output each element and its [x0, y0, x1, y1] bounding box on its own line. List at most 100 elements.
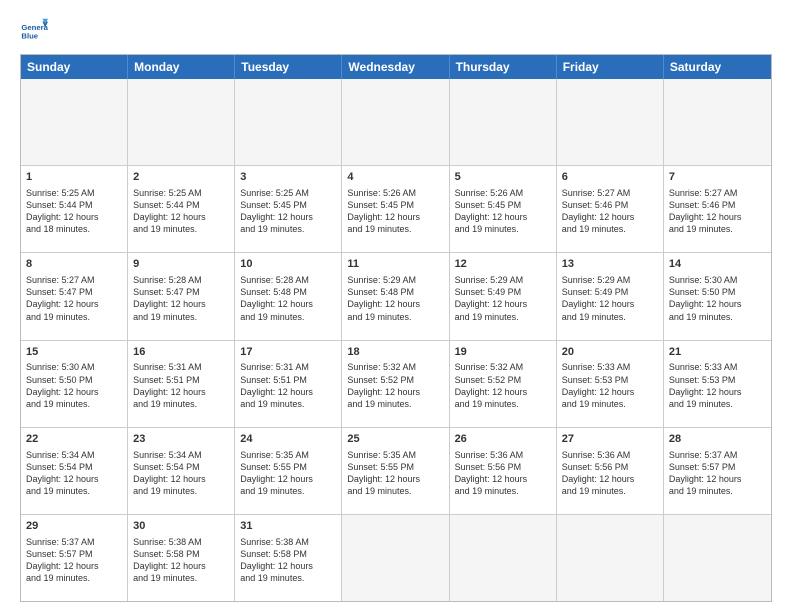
day-cell: 28Sunrise: 5:37 AMSunset: 5:57 PMDayligh… [664, 428, 771, 514]
day-cell: 12Sunrise: 5:29 AMSunset: 5:49 PMDayligh… [450, 253, 557, 339]
empty-day-cell [450, 79, 557, 165]
day-info-line: Daylight: 12 hours [26, 473, 122, 485]
day-info-line: Sunset: 5:49 PM [562, 286, 658, 298]
day-info-line: Daylight: 12 hours [240, 560, 336, 572]
empty-day-cell [342, 79, 449, 165]
day-info-line: Sunset: 5:54 PM [133, 461, 229, 473]
day-info-line: Sunset: 5:52 PM [455, 374, 551, 386]
day-info-line: Sunset: 5:58 PM [133, 548, 229, 560]
day-number: 4 [347, 170, 443, 185]
day-info-line: and 19 minutes. [669, 311, 766, 323]
empty-day-cell [557, 79, 664, 165]
day-info-line: Sunrise: 5:28 AM [240, 274, 336, 286]
day-info-line: Sunset: 5:52 PM [347, 374, 443, 386]
day-cell: 14Sunrise: 5:30 AMSunset: 5:50 PMDayligh… [664, 253, 771, 339]
day-info-line: Sunset: 5:56 PM [562, 461, 658, 473]
day-info-line: Daylight: 12 hours [133, 386, 229, 398]
day-number: 26 [455, 432, 551, 447]
day-info-line: Daylight: 12 hours [240, 211, 336, 223]
day-number: 9 [133, 257, 229, 272]
day-number: 18 [347, 345, 443, 360]
day-info-line: Daylight: 12 hours [562, 298, 658, 310]
empty-day-cell [664, 515, 771, 601]
day-info-line: and 19 minutes. [240, 223, 336, 235]
day-info-line: and 19 minutes. [26, 311, 122, 323]
day-cell: 17Sunrise: 5:31 AMSunset: 5:51 PMDayligh… [235, 341, 342, 427]
day-info-line: and 19 minutes. [133, 485, 229, 497]
day-info-line: Daylight: 12 hours [240, 298, 336, 310]
day-info-line: and 19 minutes. [347, 485, 443, 497]
day-number: 5 [455, 170, 551, 185]
day-info-line: Sunrise: 5:32 AM [455, 361, 551, 373]
day-number: 11 [347, 257, 443, 272]
day-info-line: Sunrise: 5:33 AM [669, 361, 766, 373]
day-info-line: Daylight: 12 hours [455, 473, 551, 485]
day-info-line: and 19 minutes. [133, 223, 229, 235]
day-info-line: Sunset: 5:44 PM [26, 199, 122, 211]
day-info-line: Daylight: 12 hours [669, 298, 766, 310]
day-info-line: Sunrise: 5:35 AM [347, 449, 443, 461]
day-info-line: Daylight: 12 hours [26, 298, 122, 310]
day-cell: 5Sunrise: 5:26 AMSunset: 5:45 PMDaylight… [450, 166, 557, 252]
day-cell: 13 Sunrise: 5:29 AMSunset: 5:49 PMDayligh… [557, 253, 664, 339]
day-cell: 18Sunrise: 5:32 AMSunset: 5:52 PMDayligh… [342, 341, 449, 427]
day-info-line: and 19 minutes. [26, 398, 122, 410]
day-number: 13 [562, 257, 658, 272]
day-info-line: Sunset: 5:55 PM [240, 461, 336, 473]
day-number: 30 [133, 519, 229, 534]
day-info-line: Daylight: 12 hours [133, 211, 229, 223]
day-cell: 25Sunrise: 5:35 AMSunset: 5:55 PMDayligh… [342, 428, 449, 514]
day-info-line: Sunrise: 5:26 AM [455, 187, 551, 199]
empty-day-cell [450, 515, 557, 601]
day-number: 14 [669, 257, 766, 272]
weekday-header: Thursday [450, 55, 557, 79]
day-cell: 3Sunrise: 5:25 AMSunset: 5:45 PMDaylight… [235, 166, 342, 252]
day-info-line: Daylight: 12 hours [562, 386, 658, 398]
day-number: 24 [240, 432, 336, 447]
day-info-line: Sunrise: 5:33 AM [562, 361, 658, 373]
day-number: 10 [240, 257, 336, 272]
day-info-line: Daylight: 12 hours [669, 211, 766, 223]
day-info-line: Sunset: 5:44 PM [133, 199, 229, 211]
day-info-line: and 19 minutes. [133, 398, 229, 410]
weekday-header: Wednesday [342, 55, 449, 79]
day-info-line: Daylight: 12 hours [347, 298, 443, 310]
day-number: 15 [26, 345, 122, 360]
day-info-line: Sunrise: 5:34 AM [133, 449, 229, 461]
day-info-line: Sunrise: 5:29 AM [562, 274, 658, 286]
day-info-line: Sunset: 5:45 PM [240, 199, 336, 211]
day-info-line: and 19 minutes. [133, 572, 229, 584]
day-number: 2 [133, 170, 229, 185]
day-info-line: Sunrise: 5:25 AM [26, 187, 122, 199]
day-info-line: and 19 minutes. [133, 311, 229, 323]
day-cell: 27Sunrise: 5:36 AMSunset: 5:56 PMDayligh… [557, 428, 664, 514]
day-info-line: and 19 minutes. [240, 485, 336, 497]
day-info-line: Daylight: 12 hours [240, 386, 336, 398]
day-cell: 26Sunrise: 5:36 AMSunset: 5:56 PMDayligh… [450, 428, 557, 514]
day-cell: 16Sunrise: 5:31 AMSunset: 5:51 PMDayligh… [128, 341, 235, 427]
weekday-header: Friday [557, 55, 664, 79]
day-info-line: Sunset: 5:45 PM [347, 199, 443, 211]
day-cell: 23Sunrise: 5:34 AMSunset: 5:54 PMDayligh… [128, 428, 235, 514]
day-info-line: and 19 minutes. [669, 398, 766, 410]
day-info-line: Sunrise: 5:36 AM [562, 449, 658, 461]
day-number: 21 [669, 345, 766, 360]
day-info-line: and 19 minutes. [562, 398, 658, 410]
weekday-header: Monday [128, 55, 235, 79]
day-info-line: and 19 minutes. [347, 223, 443, 235]
day-cell: 1Sunrise: 5:25 AMSunset: 5:44 PMDaylight… [21, 166, 128, 252]
day-info-line: and 19 minutes. [26, 572, 122, 584]
day-cell: 19Sunrise: 5:32 AMSunset: 5:52 PMDayligh… [450, 341, 557, 427]
day-info-line: Sunset: 5:48 PM [240, 286, 336, 298]
day-number: 8 [26, 257, 122, 272]
day-info-line: Daylight: 12 hours [347, 211, 443, 223]
day-info-line: and 19 minutes. [455, 398, 551, 410]
empty-day-cell [235, 79, 342, 165]
day-info-line: Sunrise: 5:27 AM [669, 187, 766, 199]
day-cell: 9Sunrise: 5:28 AMSunset: 5:47 PMDaylight… [128, 253, 235, 339]
day-info-line: Sunset: 5:57 PM [26, 548, 122, 560]
day-info-line: Sunset: 5:53 PM [669, 374, 766, 386]
day-info-line: Sunset: 5:57 PM [669, 461, 766, 473]
day-cell: 31Sunrise: 5:38 AMSunset: 5:58 PMDayligh… [235, 515, 342, 601]
logo: General Blue [20, 16, 52, 44]
